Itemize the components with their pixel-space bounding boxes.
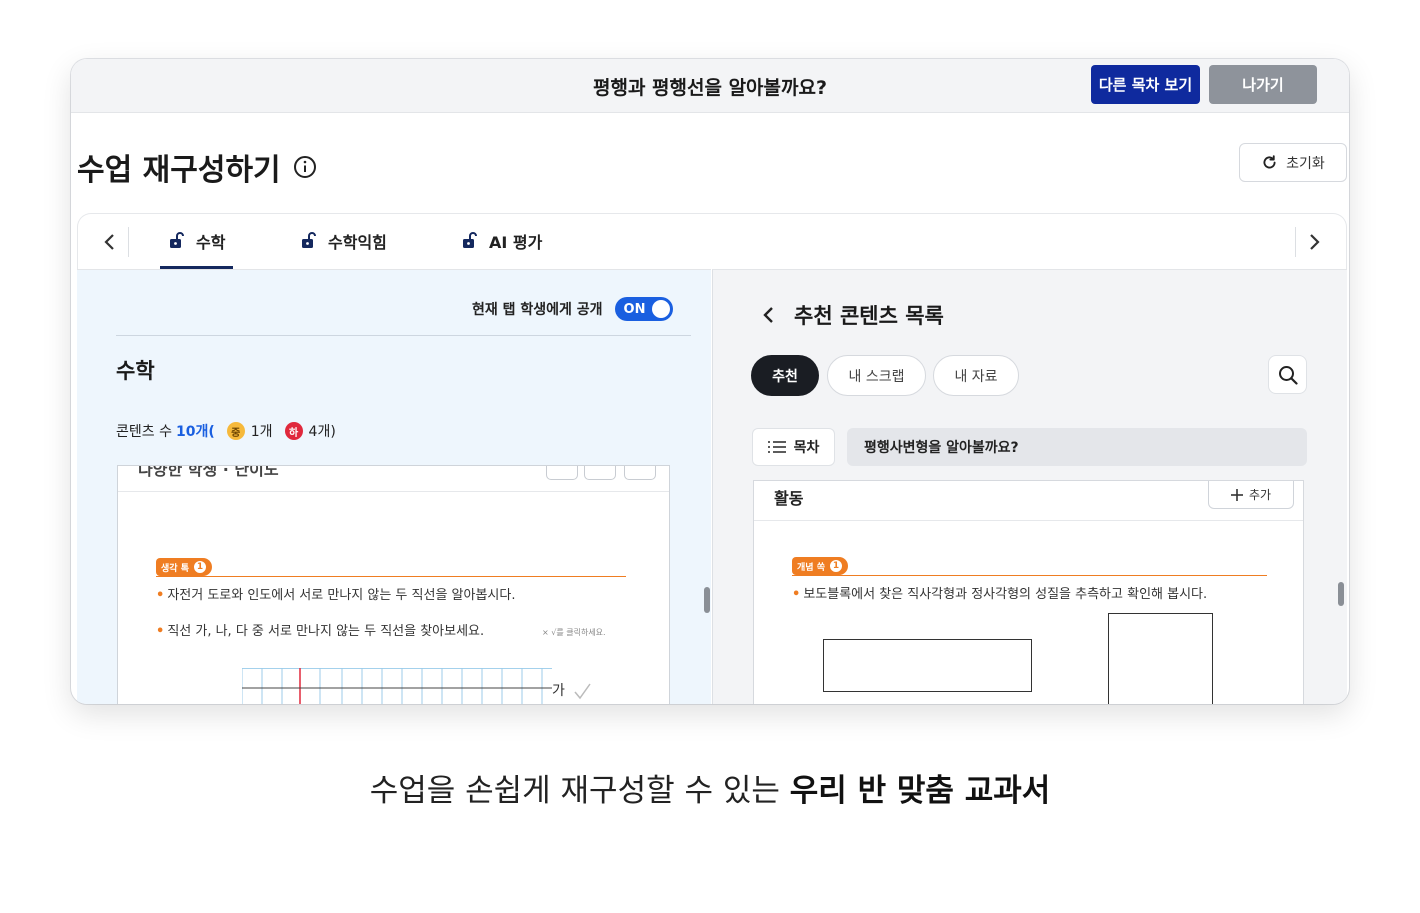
reset-label: 초기화	[1286, 155, 1325, 172]
caption: 수업을 손쉽게 재구성할 수 있는 우리 반 맞춤 교과서	[0, 765, 1420, 810]
question-line-2: • 직선 가, 나, 다 중 서로 만나지 않는 두 직선을 찾아보세요.	[156, 624, 485, 639]
add-button[interactable]: 추가	[1208, 481, 1294, 509]
difficulty-low-badge: 하	[284, 422, 303, 440]
line-label: 가	[552, 683, 565, 699]
left-scrollbar[interactable]	[704, 587, 710, 613]
app-window: 평행과 평행선을 알아볼까요? 다른 목차 보기 나가기 수업 재구성하기 초기…	[71, 59, 1349, 704]
rectangle-figure	[823, 639, 1032, 692]
activity-header: 활동 추가	[754, 481, 1303, 521]
selected-content-panel: 현재 탭 학생에게 공개 ON 수학 콘텐츠 수 10개( 중 1개 하 4개)…	[77, 269, 711, 704]
square-figure	[1108, 613, 1213, 704]
tag-label: 개념 쏙	[797, 562, 825, 573]
right-scrollbar[interactable]	[1338, 582, 1344, 606]
tab-prev-button[interactable]	[96, 228, 124, 256]
move-down-button[interactable]	[584, 466, 616, 480]
activity-label: 활동	[774, 489, 804, 508]
question-line-1: • 자전거 도로와 인도에서 서로 만나지 않는 두 직선을 알아봅시다.	[156, 588, 516, 603]
toggle-state: ON	[623, 301, 646, 317]
difficulty-mid-badge: 중	[226, 422, 245, 440]
unlock-icon	[170, 232, 184, 248]
toc-button[interactable]: 목차	[752, 428, 835, 466]
tab-ai-assessment[interactable]: AI 평가	[453, 229, 550, 269]
info-icon[interactable]	[293, 155, 317, 179]
tab-math[interactable]: 수학	[160, 229, 234, 269]
page-title-row: 수업 재구성하기	[77, 145, 317, 189]
activity-line-1: • 보도블록에서 찾은 직사각형과 정사각형의 성질을 추측하고 확인해 봅시다.	[792, 587, 1208, 602]
toc-label: 목차	[793, 440, 820, 456]
check-hint: × √를 클릭하세요.	[542, 628, 606, 637]
public-toggle[interactable]: ON	[614, 297, 673, 321]
other-toc-button[interactable]: 다른 목차 보기	[1091, 65, 1200, 104]
search-button[interactable]	[1268, 355, 1307, 394]
tab-label: 수학익힘	[328, 233, 387, 252]
exit-button[interactable]: 나가기	[1209, 65, 1317, 104]
think-talk-tag: 생각 톡 1	[156, 558, 212, 576]
toc-selected-field[interactable]: 평행사변형을 알아볼까요?	[847, 428, 1307, 466]
tag-underline	[156, 576, 626, 577]
panel-title: 추천 콘텐츠 목록	[794, 304, 944, 328]
tab-bar: 수학 수학익힘 AI 평가	[77, 213, 1347, 270]
chevron-right-icon	[1310, 234, 1320, 250]
tab-math-practice[interactable]: 수학익힘	[292, 229, 395, 269]
page-title: 수업 재구성하기	[77, 153, 281, 188]
tab-divider	[128, 227, 129, 257]
chip-recommended[interactable]: 추천	[751, 355, 819, 396]
count-prefix: 콘텐츠 수	[116, 424, 172, 440]
count-mid: 1개	[250, 424, 273, 440]
unlock-icon	[463, 232, 477, 248]
caption-bold: 우리 반 맞춤 교과서	[789, 773, 1051, 809]
chevron-left-icon	[104, 234, 114, 250]
add-label: 추가	[1248, 488, 1272, 502]
chip-my-scrap[interactable]: 내 스크랩	[827, 355, 926, 396]
grid-figure[interactable]	[242, 668, 592, 704]
recommended-content-panel: 추천 콘텐츠 목록 추천 내 스크랩 내 자료 목차 평행사변형을 알아볼까요?…	[712, 269, 1347, 704]
back-chevron-icon[interactable]	[759, 303, 779, 327]
list-icon	[767, 441, 786, 453]
unlock-icon	[302, 232, 316, 248]
concept-tag: 개념 쏙 1	[792, 557, 848, 575]
delete-button[interactable]	[624, 466, 656, 480]
divider	[116, 335, 691, 336]
plus-icon	[1230, 488, 1243, 501]
refresh-icon	[1263, 155, 1276, 169]
count-low: 4개)	[308, 424, 336, 440]
content-card[interactable]: 다양한 학생 · 난이도 생각 톡 1 • 자전거 도로와 인도에서 서로 만나지…	[117, 465, 670, 704]
activity-card[interactable]: 활동 추가 개념 쏙 1 • 보도블록에서 찾은 직사각형과 정사각형의 성질을 …	[753, 480, 1304, 704]
tag-underline	[792, 575, 1267, 576]
caption-normal: 수업을 손쉽게 재구성할 수 있는	[369, 773, 790, 809]
tag-label: 생각 톡	[161, 563, 189, 574]
tab-label: AI 평가	[489, 233, 543, 252]
chip-my-materials[interactable]: 내 자료	[933, 355, 1019, 396]
public-toggle-row: 현재 탭 학생에게 공개 ON	[472, 297, 673, 321]
card-title: 다양한 학생 · 난이도	[138, 465, 279, 479]
move-up-button[interactable]	[546, 466, 578, 480]
section-heading: 수학	[116, 359, 155, 383]
public-toggle-label: 현재 탭 학생에게 공개	[472, 302, 603, 318]
count-total: 10개(	[175, 424, 215, 440]
tab-next-button[interactable]	[1300, 228, 1328, 256]
reset-button[interactable]: 초기화	[1239, 143, 1347, 182]
tab-divider	[1295, 227, 1296, 257]
card-header: 다양한 학생 · 난이도	[118, 465, 669, 492]
tag-number: 1	[828, 559, 843, 573]
toggle-knob	[651, 300, 670, 318]
top-bar: 평행과 평행선을 알아볼까요? 다른 목차 보기 나가기	[71, 59, 1349, 113]
content-count: 콘텐츠 수 10개( 중 1개 하 4개)	[116, 421, 336, 441]
tab-label: 수학	[196, 233, 226, 252]
tag-number: 1	[192, 560, 207, 574]
search-icon	[1278, 365, 1298, 385]
